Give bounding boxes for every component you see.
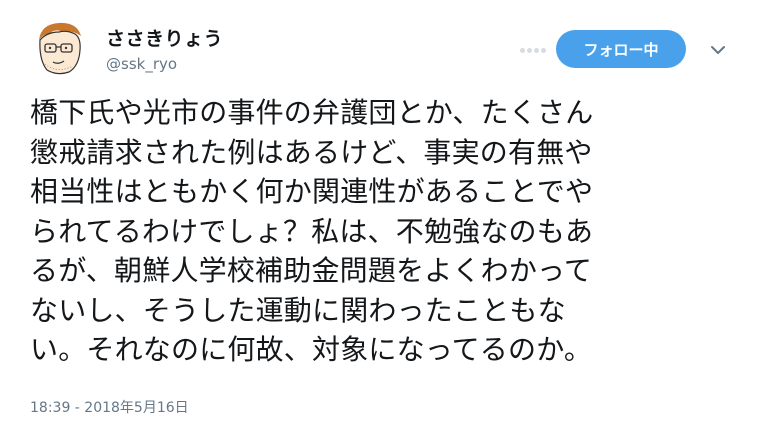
tweet-line: 相当性はともかく何か関連性があることでや — [30, 175, 594, 208]
tweet-line: 懲戒請求された例はあるけど、事実の有無や — [30, 135, 593, 169]
tweet-timestamp[interactable]: 18:39 - 2018年5月16日 — [30, 397, 189, 417]
following-button[interactable]: フォロー中 — [556, 30, 686, 68]
tweet-line: い。それなのに何故、対象になってるのか。 — [30, 333, 593, 366]
hint-dot — [534, 48, 539, 53]
tweet-line: ないし、そうした運動に関わったこともな — [30, 293, 566, 327]
tweet-line: るが、朝鮮人学校補助金問題をよくわかって — [30, 254, 593, 287]
display-name[interactable]: ささきりょう — [106, 24, 223, 51]
hint-dot — [520, 48, 525, 53]
chevron-down-glyph — [711, 46, 725, 54]
tweet-text: 橋下氏や光市の事件の弁護団とか、たくさん 懲戒請求された例はあるけど、事実の有無や… — [30, 93, 730, 370]
tweet-line: られてるわけでしょ？私は、不勉強なのもあ — [30, 214, 594, 248]
avatar[interactable] — [33, 20, 87, 76]
user-handle[interactable]: @ssk_ryo — [106, 55, 177, 73]
hint-dot — [527, 48, 532, 53]
follow-hint-dots — [520, 38, 556, 53]
hint-dot — [541, 48, 546, 53]
tweet-line: 橋下氏や光市の事件の弁護団とか、たくさん — [30, 96, 594, 129]
chevron-down-icon[interactable] — [708, 40, 728, 60]
avatar-illustration — [33, 20, 87, 76]
